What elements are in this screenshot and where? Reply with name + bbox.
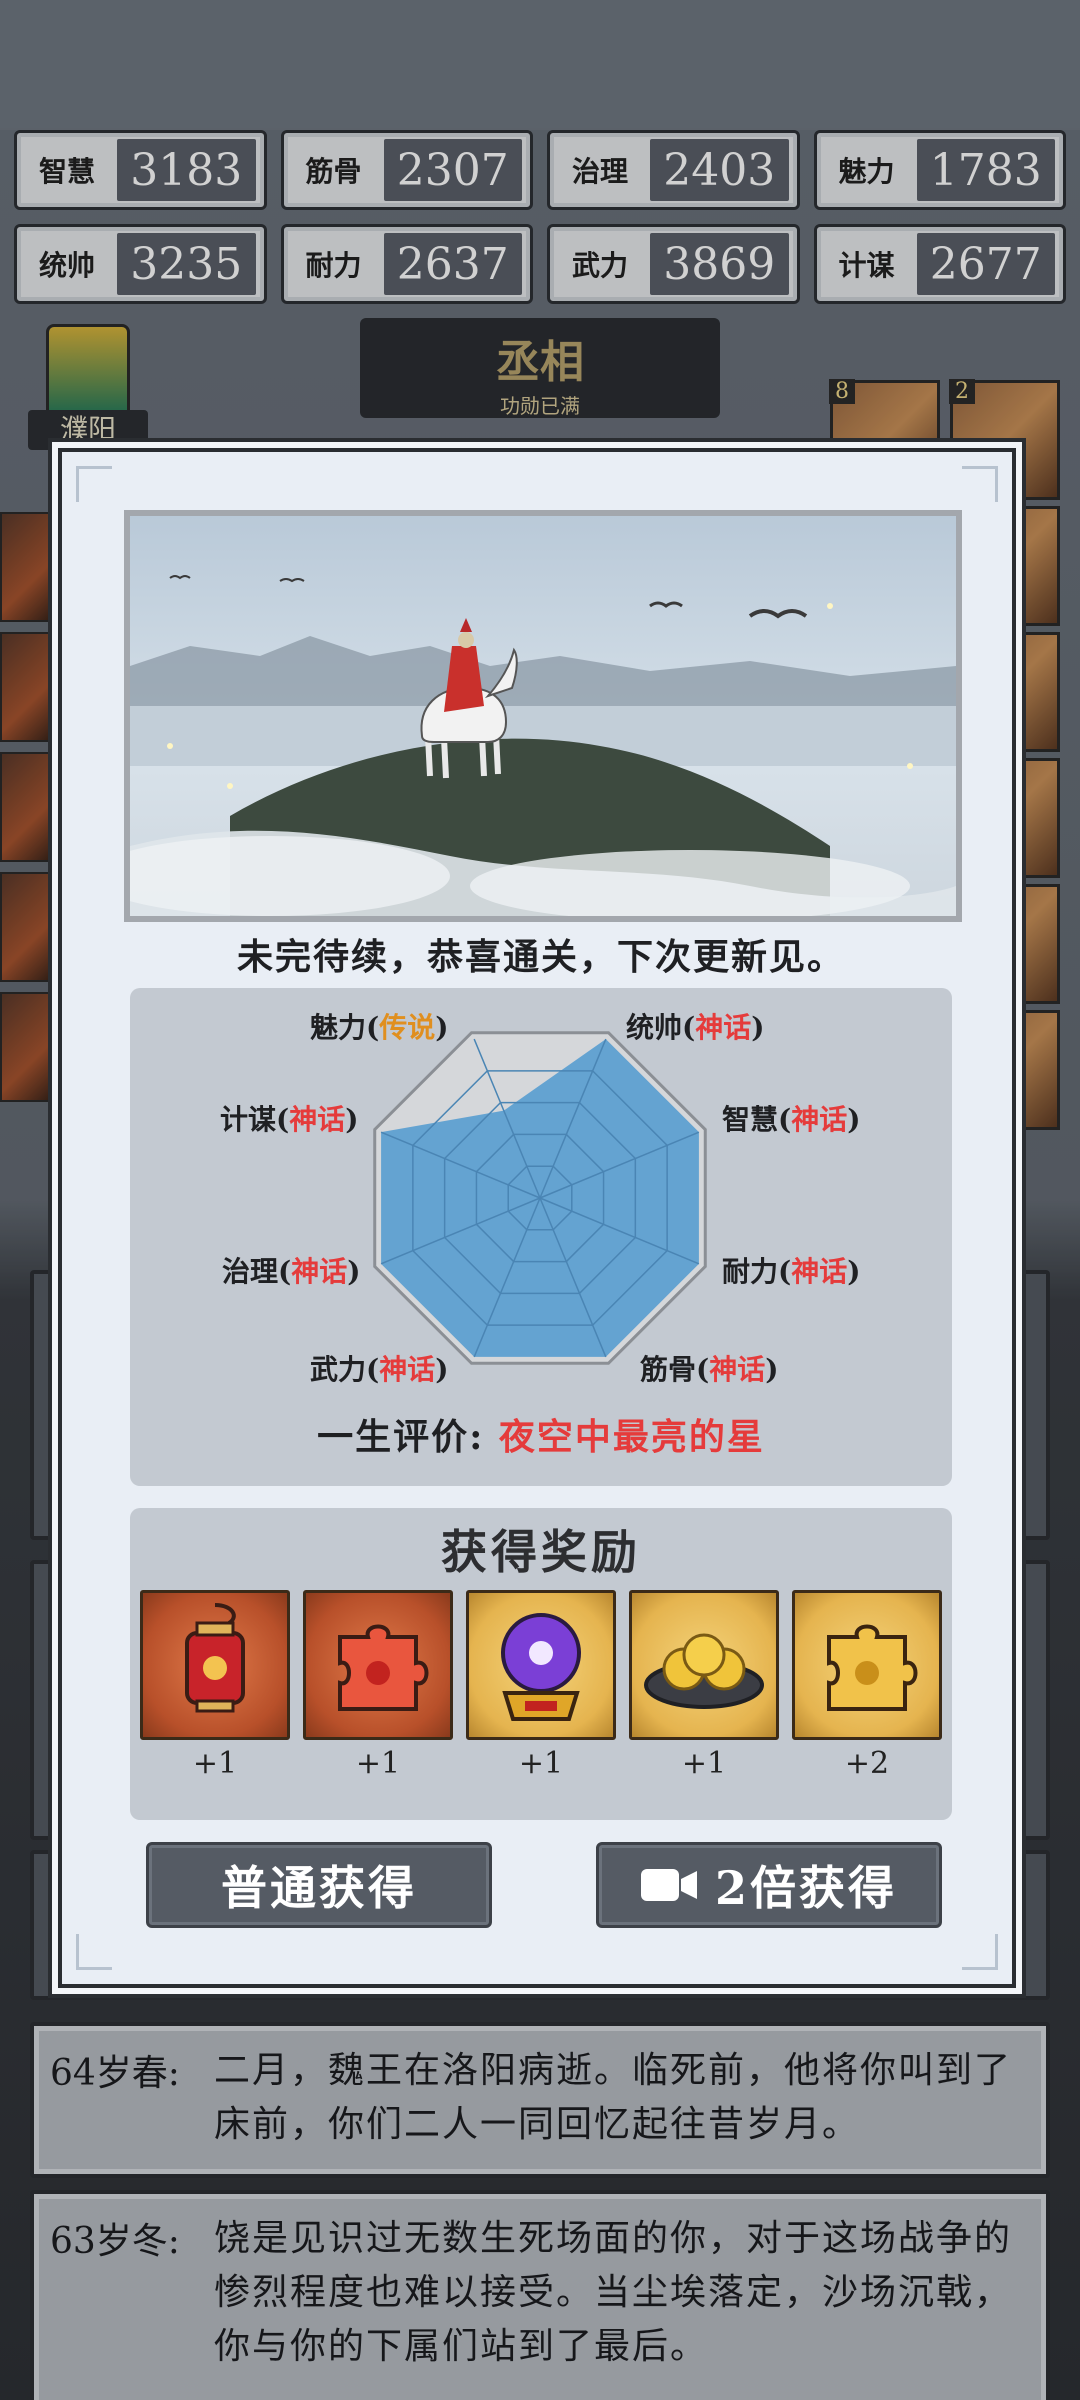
reward-count: +2 bbox=[844, 1746, 890, 1781]
radar-axis-label: 统帅(神话) bbox=[626, 1011, 765, 1044]
reward-count: +1 bbox=[355, 1746, 401, 1781]
reward-item[interactable]: +2 bbox=[792, 1590, 942, 1781]
life-evaluation: 一生评价: 夜空中最亮的星 bbox=[130, 1408, 952, 1460]
crystal-ball-icon bbox=[466, 1590, 616, 1740]
ending-message: 未完待续，恭喜通关，下次更新见。 bbox=[236, 936, 845, 978]
puzzle-piece-gold-icon bbox=[792, 1590, 942, 1740]
reward-item[interactable]: +1 bbox=[140, 1590, 290, 1781]
radar-axis-label: 武力(神话) bbox=[310, 1353, 449, 1386]
corner-ornament bbox=[76, 466, 112, 502]
life-evaluation-label: 一生评价: bbox=[317, 1416, 485, 1458]
radar-axis-label: 计谋(神话) bbox=[220, 1103, 359, 1136]
reward-count: +1 bbox=[681, 1746, 727, 1781]
normal-claim-button[interactable]: 普通获得 bbox=[146, 1842, 492, 1928]
reward-item[interactable]: +1 bbox=[303, 1590, 453, 1781]
normal-claim-label: 普通获得 bbox=[221, 1861, 417, 1915]
reward-title: 获得奖励 bbox=[441, 1525, 641, 1579]
puzzle-piece-red-icon bbox=[303, 1590, 453, 1740]
corner-ornament bbox=[962, 1934, 998, 1970]
radar-axis-label: 治理(神话) bbox=[222, 1255, 361, 1288]
reward-count: +1 bbox=[518, 1746, 564, 1781]
attribute-radar-panel: 统帅(神话) 智慧(神话) 耐力(神话) 筋骨(神话) 武力(神话) 治理(神话) 计谋(神… bbox=[130, 988, 952, 1486]
radar-axis-label: 魅力(传说) bbox=[310, 1011, 449, 1044]
ending-modal: 未完待续，恭喜通关，下次更新见。 统帅(神话) 智慧(神话) 耐力(神话) 筋骨(神话… bbox=[58, 448, 1016, 1988]
reward-panel: 获得奖励 +1 +1 +1 +1 +2 bbox=[130, 1508, 952, 1820]
corner-ornament bbox=[76, 1934, 112, 1970]
radar-axis-label: 耐力(神话) bbox=[722, 1255, 861, 1288]
reward-item[interactable]: +1 bbox=[466, 1590, 616, 1781]
radar-axis-label: 筋骨(神话) bbox=[640, 1353, 779, 1386]
reward-item[interactable]: +1 bbox=[629, 1590, 779, 1781]
sesame-buns-icon bbox=[629, 1590, 779, 1740]
radar-axis-label: 智慧(神话) bbox=[722, 1103, 861, 1136]
life-evaluation-value: 夜空中最亮的星 bbox=[498, 1416, 765, 1458]
double-claim-label: 2倍获得 bbox=[714, 1861, 897, 1915]
ending-illustration bbox=[124, 510, 962, 922]
reward-list: +1 +1 +1 +1 +2 bbox=[140, 1590, 942, 1781]
corner-ornament bbox=[962, 466, 998, 502]
lantern-icon bbox=[140, 1590, 290, 1740]
video-camera-icon bbox=[640, 1869, 697, 1901]
reward-count: +1 bbox=[192, 1746, 238, 1781]
double-claim-button[interactable]: 2倍获得 bbox=[596, 1842, 942, 1928]
